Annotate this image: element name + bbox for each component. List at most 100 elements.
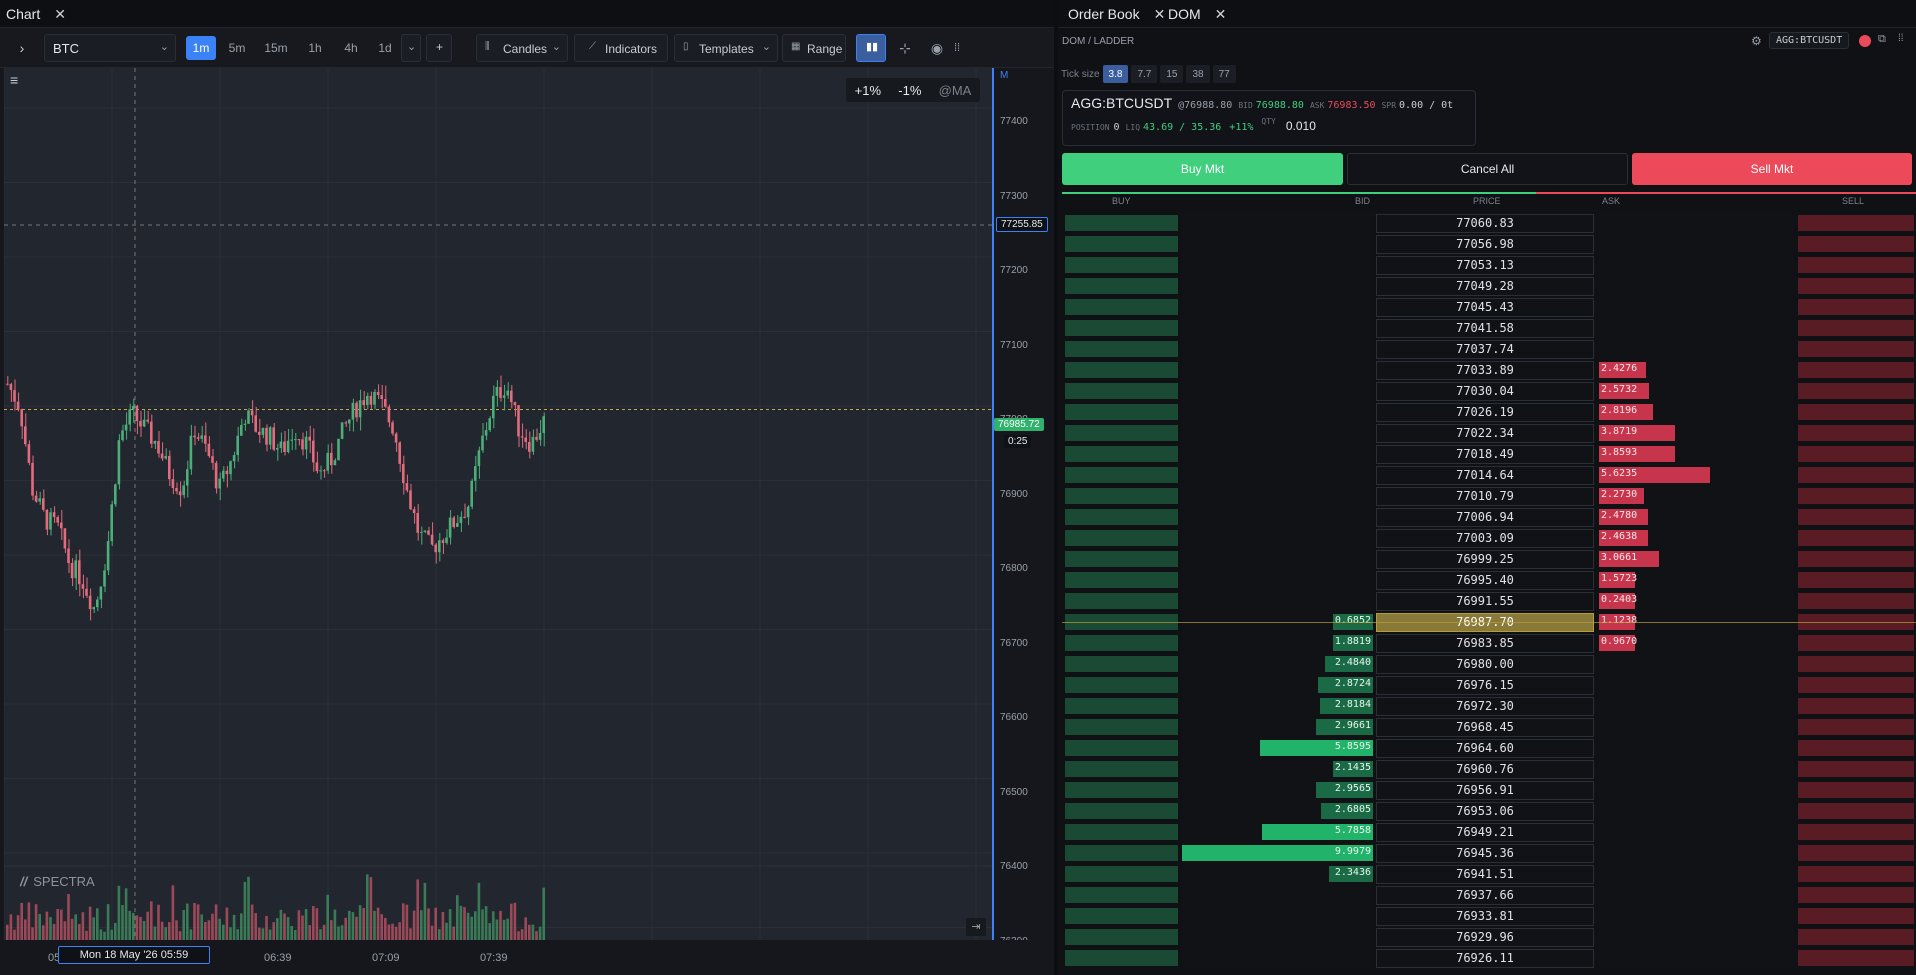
timeframe-5m[interactable]: 5m: [222, 36, 252, 60]
ladder-row[interactable]: 2.3436 76941.51: [1062, 864, 1916, 885]
price-chart[interactable]: ≡ +1% -1% @MA // SPECTRA ⇥: [4, 68, 992, 940]
bid-cell[interactable]: [1182, 360, 1373, 381]
tab-order-book[interactable]: Order Book ✕: [1062, 0, 1171, 28]
price-cell[interactable]: 76941.51: [1376, 865, 1594, 884]
sell-cell[interactable]: [1798, 866, 1914, 882]
price-cell[interactable]: 76937.66: [1376, 886, 1594, 905]
ladder-row[interactable]: 76929.96: [1062, 927, 1916, 948]
sell-cell[interactable]: [1798, 320, 1914, 336]
sell-cell[interactable]: [1798, 887, 1914, 903]
ladder-row[interactable]: 9.9979 76945.36: [1062, 843, 1916, 864]
bid-cell[interactable]: [1182, 255, 1373, 276]
ask-cell[interactable]: 0.9670: [1599, 633, 1793, 654]
ask-cell[interactable]: [1599, 297, 1793, 318]
buy-cell[interactable]: [1065, 782, 1178, 798]
bid-cell[interactable]: [1182, 549, 1373, 570]
ladder-row[interactable]: 77045.43: [1062, 297, 1916, 318]
buy-cell[interactable]: [1065, 488, 1178, 504]
bid-cell[interactable]: [1182, 465, 1373, 486]
qty-input[interactable]: 0.010: [1286, 119, 1316, 133]
ask-cell[interactable]: 1.5723: [1599, 570, 1793, 591]
price-cell[interactable]: 77053.13: [1376, 256, 1594, 275]
ladder-row[interactable]: 77060.83: [1062, 213, 1916, 234]
sell-cell[interactable]: [1798, 719, 1914, 735]
bid-cell[interactable]: [1182, 402, 1373, 423]
sell-cell[interactable]: [1798, 215, 1914, 231]
price-cell[interactable]: 77041.58: [1376, 319, 1594, 338]
bid-cell[interactable]: 2.8184: [1182, 696, 1373, 717]
sell-cell[interactable]: [1798, 383, 1914, 399]
ladder-row[interactable]: 5.7858 76949.21: [1062, 822, 1916, 843]
sell-cell[interactable]: [1798, 278, 1914, 294]
price-cell[interactable]: 76980.00: [1376, 655, 1594, 674]
sell-cell[interactable]: [1798, 908, 1914, 924]
sell-cell[interactable]: [1798, 929, 1914, 945]
sell-cell[interactable]: [1798, 761, 1914, 777]
chevron-right-icon[interactable]: ›: [12, 36, 32, 60]
bid-cell[interactable]: [1182, 885, 1373, 906]
ma-button[interactable]: @MA: [939, 83, 972, 98]
sell-cell[interactable]: [1798, 656, 1914, 672]
buy-cell[interactable]: [1065, 383, 1178, 399]
bid-cell[interactable]: [1182, 234, 1373, 255]
record-icon[interactable]: ◉: [928, 36, 946, 60]
buy-cell[interactable]: [1065, 593, 1178, 609]
timeframe-4h[interactable]: 4h: [336, 36, 366, 60]
ask-cell[interactable]: [1599, 843, 1793, 864]
buy-cell[interactable]: [1065, 845, 1178, 861]
ladder-row[interactable]: 77026.19 2.8196: [1062, 402, 1916, 423]
price-cell[interactable]: 76953.06: [1376, 802, 1594, 821]
price-cell[interactable]: 76929.96: [1376, 928, 1594, 947]
sell-cell[interactable]: [1798, 404, 1914, 420]
buy-cell[interactable]: [1065, 698, 1178, 714]
add-timeframe-button[interactable]: +: [426, 34, 452, 62]
buy-cell[interactable]: [1065, 278, 1178, 294]
chart-type-select[interactable]: ⫼ Candles ⌄: [476, 34, 568, 62]
bid-cell[interactable]: [1182, 276, 1373, 297]
sell-cell[interactable]: [1798, 362, 1914, 378]
sell-cell[interactable]: [1798, 824, 1914, 840]
ask-cell[interactable]: [1599, 738, 1793, 759]
ladder-row[interactable]: 77006.94 2.4780: [1062, 507, 1916, 528]
price-cell[interactable]: 77033.89: [1376, 361, 1594, 380]
ladder-row[interactable]: 2.1435 76960.76: [1062, 759, 1916, 780]
ask-cell[interactable]: [1599, 801, 1793, 822]
sell-cell[interactable]: [1798, 572, 1914, 588]
ask-cell[interactable]: [1599, 318, 1793, 339]
buy-cell[interactable]: [1065, 530, 1178, 546]
tick-size-option[interactable]: 77: [1212, 65, 1236, 83]
ladder-row[interactable]: 77030.04 2.5732: [1062, 381, 1916, 402]
tick-size-option[interactable]: 3.8: [1102, 65, 1129, 83]
sell-cell[interactable]: [1798, 467, 1914, 483]
bid-cell[interactable]: 9.9979: [1182, 843, 1373, 864]
timeframe-1h[interactable]: 1h: [300, 36, 330, 60]
ask-cell[interactable]: [1599, 885, 1793, 906]
ask-cell[interactable]: [1599, 864, 1793, 885]
symbol-badge[interactable]: AGG:BTCUSDT: [1769, 32, 1850, 49]
ask-cell[interactable]: 2.4780: [1599, 507, 1793, 528]
sell-cell[interactable]: [1798, 845, 1914, 861]
buy-cell[interactable]: [1065, 362, 1178, 378]
close-icon[interactable]: ✕: [54, 6, 66, 23]
ladder-row[interactable]: 77010.79 2.2730: [1062, 486, 1916, 507]
ladder-row[interactable]: 2.8184 76972.30: [1062, 696, 1916, 717]
price-cell[interactable]: 77010.79: [1376, 487, 1594, 506]
ask-cell[interactable]: [1599, 276, 1793, 297]
ladder-row[interactable]: 2.4840 76980.00: [1062, 654, 1916, 675]
ask-cell[interactable]: [1599, 822, 1793, 843]
ask-cell[interactable]: [1599, 696, 1793, 717]
sell-cell[interactable]: [1798, 782, 1914, 798]
ask-cell[interactable]: [1599, 675, 1793, 696]
ladder-row[interactable]: 2.8724 76976.15: [1062, 675, 1916, 696]
buy-cell[interactable]: [1065, 908, 1178, 924]
bid-cell[interactable]: 2.9565: [1182, 780, 1373, 801]
bid-cell[interactable]: [1182, 906, 1373, 927]
bid-cell[interactable]: 2.4840: [1182, 654, 1373, 675]
buy-cell[interactable]: [1065, 467, 1178, 483]
popout-icon[interactable]: ⧉: [1878, 33, 1886, 46]
buy-cell[interactable]: [1065, 635, 1178, 651]
ask-cell[interactable]: 2.5732: [1599, 381, 1793, 402]
ask-cell[interactable]: [1599, 255, 1793, 276]
bid-cell[interactable]: [1182, 507, 1373, 528]
price-cell[interactable]: 76983.85: [1376, 634, 1594, 653]
